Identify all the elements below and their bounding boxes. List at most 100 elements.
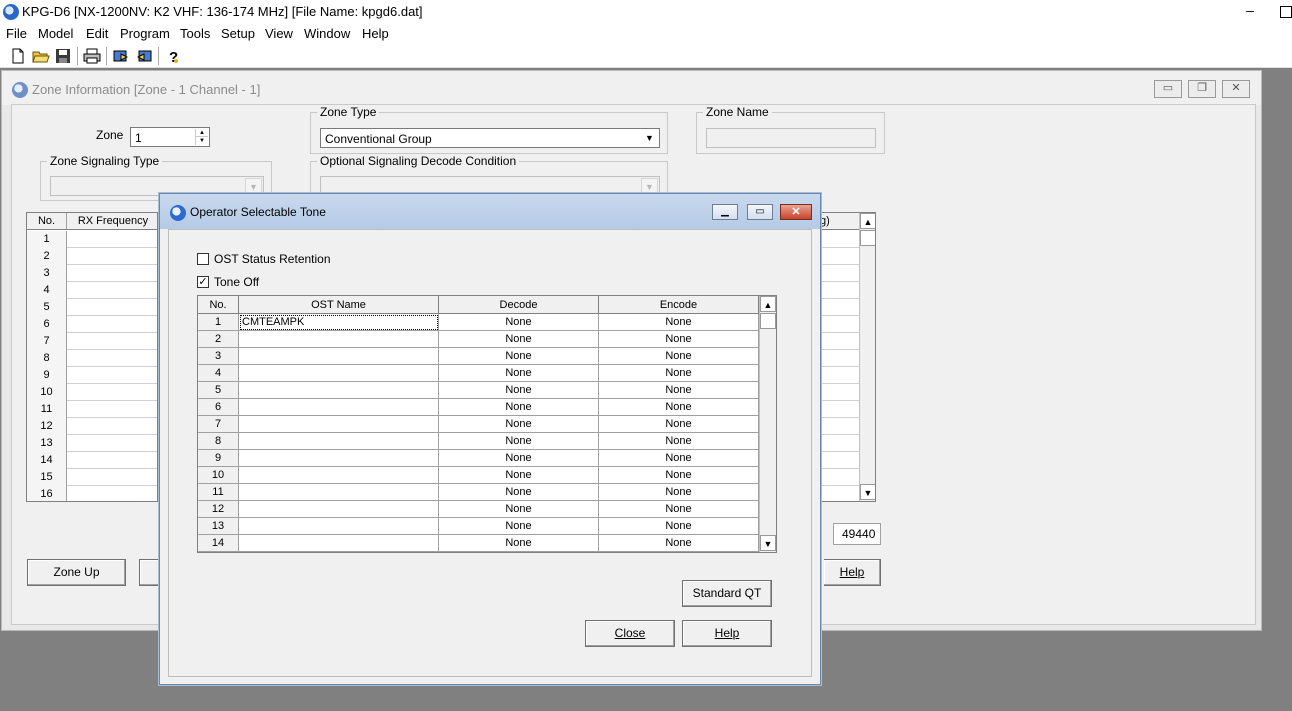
ost-row[interactable]: 6 None None (198, 399, 759, 416)
menu-help[interactable]: Help (362, 26, 389, 41)
table-row[interactable] (819, 333, 859, 350)
ost-encode-cell[interactable]: None (599, 314, 759, 331)
table-row[interactable]: 7 (27, 333, 157, 350)
ost-decode-cell[interactable]: None (439, 535, 599, 552)
maximize-button[interactable] (1280, 6, 1292, 18)
ost-name-cell[interactable] (239, 467, 439, 484)
ost-row[interactable]: 11 None None (198, 484, 759, 501)
channel-grid-right[interactable]: g) ▲ ▼ (818, 212, 876, 502)
ost-decode-cell[interactable]: None (439, 467, 599, 484)
ost-decode-cell[interactable]: None (439, 433, 599, 450)
menu-view[interactable]: View (265, 26, 293, 41)
table-row[interactable]: 5 (27, 299, 157, 316)
ost-decode-cell[interactable]: None (439, 399, 599, 416)
ost-row[interactable]: 8 None None (198, 433, 759, 450)
table-row[interactable] (819, 367, 859, 384)
help-button[interactable]: Help (682, 620, 772, 647)
ost-name-cell[interactable] (239, 501, 439, 518)
ost-name-cell[interactable] (239, 331, 439, 348)
dialog-restore-button[interactable]: ▭ (747, 204, 773, 220)
table-row[interactable] (819, 384, 859, 401)
minimize-button[interactable]: – (1236, 0, 1264, 24)
write-radio-icon[interactable] (135, 47, 153, 65)
ost-encode-cell[interactable]: None (599, 535, 759, 552)
spin-up-icon[interactable]: ▲ (196, 129, 208, 137)
scroll-thumb[interactable] (760, 313, 776, 329)
ost-grid[interactable]: No. OST Name Decode Encode 1 CMTEAMPK None… (197, 295, 777, 553)
standard-qt-button[interactable]: Standard QT (682, 580, 772, 607)
ost-row[interactable]: 4 None None (198, 365, 759, 382)
channel-grid[interactable]: No. RX Frequency 1 2 3 4 5 6 7 8 9 10 11 12 13 14 15 16 (26, 212, 158, 502)
ost-encode-cell[interactable]: None (599, 518, 759, 535)
new-file-icon[interactable] (9, 47, 27, 65)
table-row[interactable]: 9 (27, 367, 157, 384)
ost-row[interactable]: 7 None None (198, 416, 759, 433)
ost-row[interactable]: 3 None None (198, 348, 759, 365)
table-row[interactable] (819, 231, 859, 248)
zone-up-button[interactable]: Zone Up (27, 559, 126, 586)
zone-spinbox[interactable]: 1 ▲ ▼ (130, 127, 210, 147)
ost-encode-cell[interactable]: None (599, 416, 759, 433)
menu-window[interactable]: Window (304, 26, 350, 41)
ost-row[interactable]: 14 None None (198, 535, 759, 552)
table-row[interactable] (819, 401, 859, 418)
ost-decode-cell[interactable]: None (439, 331, 599, 348)
ost-decode-cell[interactable]: None (439, 348, 599, 365)
table-row[interactable] (819, 316, 859, 333)
table-row[interactable]: 4 (27, 282, 157, 299)
ost-decode-cell[interactable]: None (439, 518, 599, 535)
ost-name-cell[interactable] (239, 348, 439, 365)
ost-row[interactable]: 1 CMTEAMPK None None (198, 314, 759, 331)
zone-minimize-button[interactable]: ▭ (1154, 80, 1182, 98)
ost-encode-cell[interactable]: None (599, 365, 759, 382)
ost-status-retention-checkbox[interactable] (197, 253, 209, 265)
table-row[interactable] (819, 299, 859, 316)
table-row[interactable] (819, 282, 859, 299)
ost-encode-cell[interactable]: None (599, 484, 759, 501)
print-icon[interactable] (83, 47, 101, 65)
menu-edit[interactable]: Edit (86, 26, 108, 41)
tone-off-checkbox[interactable]: ✓ (197, 276, 209, 288)
ost-encode-cell[interactable]: None (599, 348, 759, 365)
table-row[interactable] (819, 248, 859, 265)
zone-close-button[interactable]: ✕ (1222, 80, 1250, 98)
scroll-up-icon[interactable]: ▲ (860, 213, 875, 229)
ost-decode-cell[interactable]: None (439, 501, 599, 518)
ost-name-cell[interactable] (239, 518, 439, 535)
ost-encode-cell[interactable]: None (599, 382, 759, 399)
scroll-thumb[interactable] (860, 230, 875, 246)
ost-row[interactable]: 12 None None (198, 501, 759, 518)
table-row[interactable] (819, 469, 859, 486)
dialog-close-icon[interactable]: ✕ (780, 204, 812, 220)
table-row[interactable]: 14 (27, 452, 157, 469)
zone-type-select[interactable]: Conventional Group ▼ (320, 128, 660, 148)
ost-encode-cell[interactable]: None (599, 331, 759, 348)
ost-row[interactable]: 13 None None (198, 518, 759, 535)
menu-program[interactable]: Program (120, 26, 170, 41)
scroll-down-icon[interactable]: ▼ (860, 484, 875, 500)
scroll-down-icon[interactable]: ▼ (760, 535, 776, 551)
table-row[interactable] (819, 435, 859, 452)
menu-file[interactable]: File (6, 26, 27, 41)
ost-name-cell[interactable] (239, 416, 439, 433)
table-row[interactable]: 12 (27, 418, 157, 435)
zone-help-button[interactable]: Help (824, 559, 881, 586)
ost-decode-cell[interactable]: None (439, 382, 599, 399)
ost-row[interactable]: 2 None None (198, 331, 759, 348)
ost-decode-cell[interactable]: None (439, 416, 599, 433)
ost-name-cell[interactable] (239, 433, 439, 450)
ost-encode-cell[interactable]: None (599, 399, 759, 416)
table-row[interactable]: 15 (27, 469, 157, 486)
ost-name-cell[interactable] (239, 399, 439, 416)
chevron-down-icon[interactable]: ▼ (245, 178, 262, 194)
ost-encode-cell[interactable]: None (599, 450, 759, 467)
table-row[interactable]: 3 (27, 265, 157, 282)
ost-encode-cell[interactable]: None (599, 467, 759, 484)
channel-grid-scrollbar[interactable]: ▲ ▼ (859, 213, 875, 501)
spin-down-icon[interactable]: ▼ (196, 137, 208, 145)
dialog-minimize-button[interactable]: ▁ (712, 204, 738, 220)
open-folder-icon[interactable] (32, 47, 50, 65)
ost-encode-cell[interactable]: None (599, 433, 759, 450)
ost-decode-cell[interactable]: None (439, 314, 599, 331)
save-icon[interactable] (54, 47, 72, 65)
